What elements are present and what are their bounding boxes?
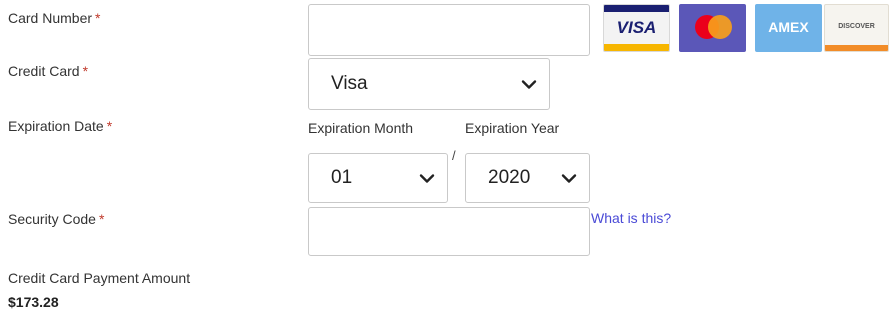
required-asterisk: * xyxy=(82,63,89,79)
chevron-down-icon xyxy=(561,174,577,183)
expiration-month-select[interactable]: 01 xyxy=(308,153,448,203)
required-asterisk: * xyxy=(98,211,105,227)
security-code-label: Security Code * xyxy=(8,211,105,227)
expiration-year-value: 2020 xyxy=(488,167,531,188)
credit-card-select-value: Visa xyxy=(331,73,368,94)
credit-card-select[interactable]: Visa xyxy=(308,58,550,110)
credit-card-label: Credit Card * xyxy=(8,63,89,79)
payment-amount-label: Credit Card Payment Amount xyxy=(8,270,191,286)
date-separator: / xyxy=(452,148,456,163)
visa-card-icon: VISA xyxy=(603,4,670,52)
expiration-month-label: Expiration Month xyxy=(308,120,414,136)
security-code-input[interactable] xyxy=(308,207,590,256)
card-number-input[interactable] xyxy=(308,4,590,56)
expiration-year-label: Expiration Year xyxy=(465,120,560,136)
discover-card-icon: DISCOVER xyxy=(824,4,889,52)
required-asterisk: * xyxy=(95,10,101,26)
amex-card-icon: AMEX xyxy=(755,4,822,52)
expiration-year-select[interactable]: 2020 xyxy=(465,153,590,203)
payment-amount-value: $173.28 xyxy=(8,294,59,310)
card-number-label: Card Number * xyxy=(8,10,101,26)
chevron-down-icon xyxy=(419,174,435,183)
expiration-month-value: 01 xyxy=(331,167,353,188)
required-asterisk: * xyxy=(106,118,113,134)
what-is-this-link[interactable]: What is this? xyxy=(591,210,671,226)
chevron-down-icon xyxy=(521,80,537,89)
expiration-date-label: Expiration Date * xyxy=(8,118,113,134)
mastercard-card-icon xyxy=(679,4,746,52)
